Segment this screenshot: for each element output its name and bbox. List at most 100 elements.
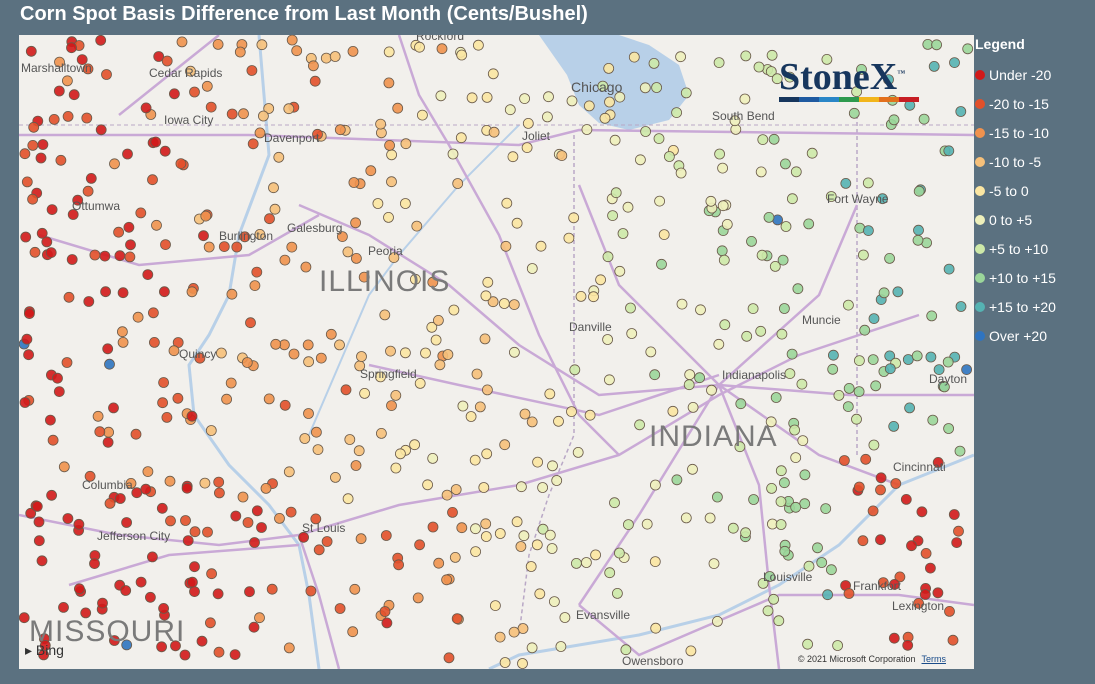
basis-point[interactable] [487, 68, 499, 80]
basis-point[interactable] [583, 100, 595, 112]
basis-point[interactable] [827, 363, 839, 375]
basis-point[interactable] [634, 419, 645, 431]
basis-point[interactable] [198, 230, 209, 242]
basis-point[interactable] [822, 589, 833, 601]
basis-point[interactable] [21, 176, 33, 188]
basis-point[interactable] [802, 638, 813, 650]
basis-point[interactable] [789, 424, 800, 436]
basis-point[interactable] [848, 107, 860, 119]
basis-point[interactable] [501, 197, 513, 209]
basis-point[interactable] [245, 317, 256, 329]
basis-point[interactable] [786, 348, 798, 360]
basis-point[interactable] [100, 286, 111, 298]
basis-point[interactable] [739, 93, 751, 105]
basis-point[interactable] [628, 51, 640, 63]
basis-point[interactable] [650, 622, 662, 634]
basis-point[interactable] [45, 247, 57, 259]
basis-point[interactable] [680, 512, 692, 524]
basis-point[interactable] [300, 261, 312, 273]
basis-point[interactable] [58, 461, 70, 473]
basis-point[interactable] [213, 487, 225, 499]
basis-point[interactable] [480, 290, 492, 302]
basis-point[interactable] [274, 512, 285, 524]
basis-point[interactable] [568, 212, 580, 224]
basis-point[interactable] [340, 384, 352, 396]
basis-point[interactable] [515, 481, 527, 493]
basis-point[interactable] [626, 328, 638, 339]
basis-point[interactable] [820, 503, 832, 515]
basis-point[interactable] [344, 434, 356, 445]
basis-point[interactable] [452, 178, 464, 189]
basis-point[interactable] [121, 517, 132, 528]
basis-point[interactable] [902, 639, 914, 651]
basis-point[interactable] [500, 240, 512, 252]
basis-point[interactable] [481, 448, 493, 460]
basis-point[interactable] [756, 249, 768, 261]
basis-point[interactable] [455, 132, 467, 144]
basis-point[interactable] [790, 452, 802, 464]
basis-point[interactable] [622, 201, 634, 213]
basis-point[interactable] [604, 374, 615, 386]
basis-point[interactable] [291, 45, 303, 57]
basis-point[interactable] [237, 491, 249, 503]
basis-point[interactable] [763, 211, 775, 223]
basis-point[interactable] [102, 343, 114, 355]
basis-point[interactable] [179, 649, 191, 661]
basis-point[interactable] [420, 347, 431, 359]
basis-point[interactable] [89, 558, 100, 569]
basis-point[interactable] [842, 401, 854, 413]
basis-point[interactable] [400, 138, 412, 150]
basis-point[interactable] [385, 345, 396, 357]
basis-point[interactable] [81, 112, 93, 124]
basis-point[interactable] [648, 57, 660, 69]
legend-item[interactable]: -5 to 0 [975, 176, 1093, 205]
basis-point[interactable] [356, 351, 367, 362]
basis-point[interactable] [888, 420, 900, 432]
basis-point[interactable] [515, 541, 527, 552]
basis-point[interactable] [28, 121, 40, 133]
basis-point[interactable] [117, 287, 129, 299]
basis-point[interactable] [584, 409, 596, 421]
basis-point[interactable] [602, 251, 614, 263]
basis-point[interactable] [456, 522, 468, 534]
basis-point[interactable] [427, 452, 439, 464]
basis-point[interactable] [231, 241, 243, 253]
basis-point[interactable] [948, 509, 960, 520]
basis-point[interactable] [204, 617, 216, 629]
basis-point[interactable] [704, 512, 716, 524]
basis-point[interactable] [229, 649, 241, 660]
basis-point[interactable] [768, 133, 780, 145]
legend-item[interactable]: -10 to -5 [975, 147, 1093, 176]
basis-point[interactable] [61, 357, 73, 368]
basis-point[interactable] [892, 286, 904, 298]
basis-point[interactable] [165, 515, 176, 527]
basis-point[interactable] [99, 250, 111, 262]
basis-point[interactable] [521, 142, 533, 153]
legend-item[interactable]: Over +20 [975, 321, 1093, 350]
basis-point[interactable] [159, 145, 171, 157]
basis-point[interactable] [48, 114, 60, 125]
basis-point[interactable] [286, 241, 298, 253]
basis-point[interactable] [812, 542, 823, 554]
basis-point[interactable] [251, 266, 263, 278]
basis-point[interactable] [828, 349, 839, 361]
basis-point[interactable] [471, 368, 483, 380]
basis-point[interactable] [29, 246, 41, 258]
basis-point[interactable] [303, 408, 314, 419]
basis-point[interactable] [342, 493, 354, 505]
basis-point[interactable] [226, 288, 238, 300]
basis-point[interactable] [884, 363, 896, 375]
basis-point[interactable] [962, 43, 974, 55]
basis-point[interactable] [687, 463, 698, 475]
basis-point[interactable] [35, 152, 47, 164]
basis-point[interactable] [779, 545, 791, 557]
basis-point[interactable] [769, 260, 781, 272]
basis-point[interactable] [911, 350, 923, 362]
basis-point[interactable] [488, 126, 500, 138]
basis-point[interactable] [441, 574, 453, 586]
basis-point[interactable] [575, 290, 587, 302]
basis-point[interactable] [412, 592, 424, 604]
basis-point[interactable] [680, 87, 692, 99]
basis-point[interactable] [480, 531, 492, 542]
basis-point[interactable] [478, 482, 490, 493]
